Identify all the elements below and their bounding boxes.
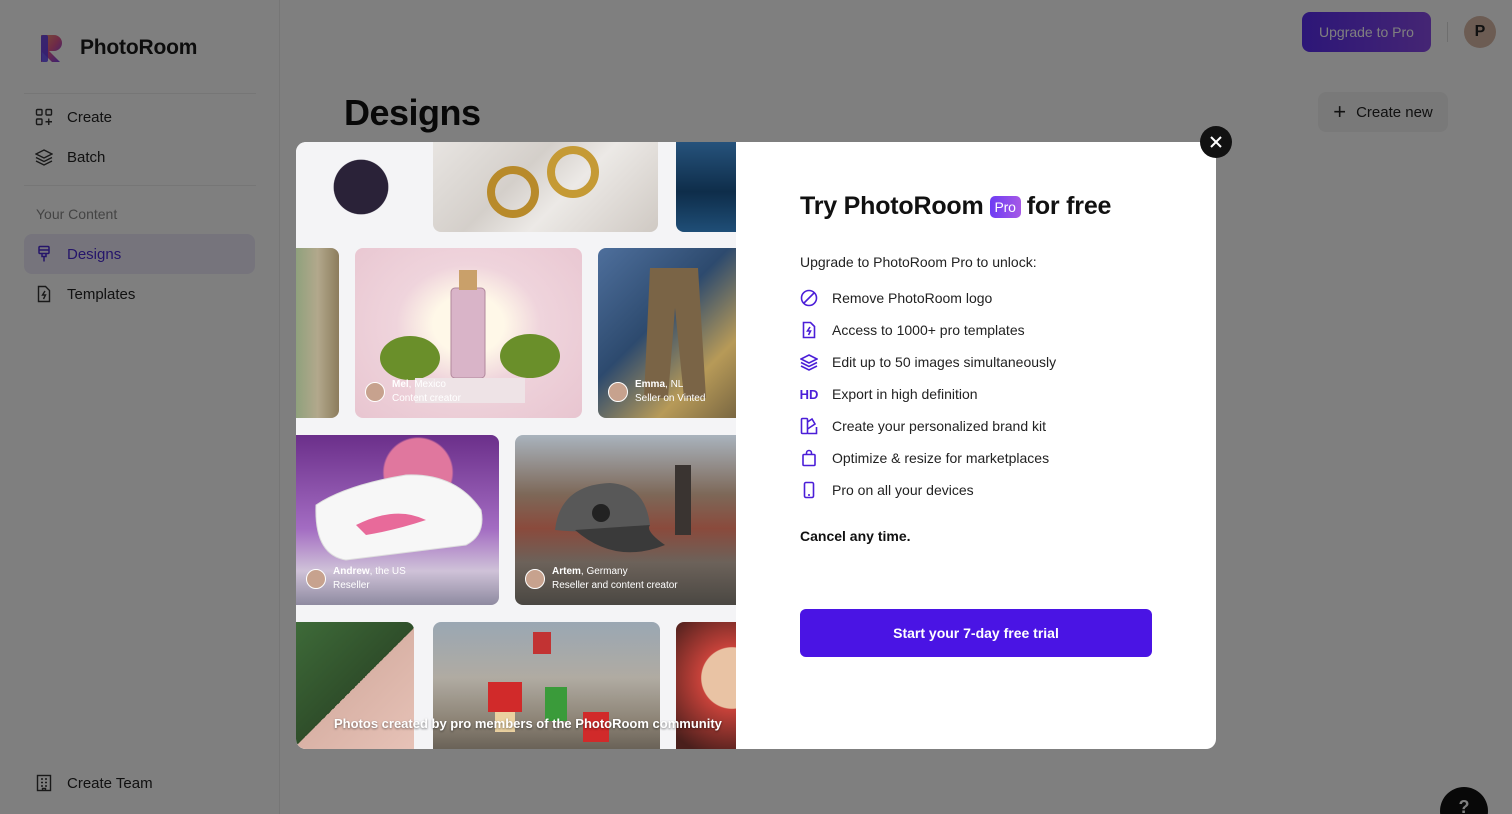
gallery-image-blurred — [296, 248, 339, 418]
creator-avatar — [365, 382, 385, 402]
template-icon — [800, 321, 818, 339]
gallery-image-cap: Artem, Germany Reseller and content creat… — [515, 435, 736, 605]
gallery-image-pants: Emma, NL Seller on Vinted — [598, 248, 736, 418]
feature-list: Remove PhotoRoom logo Access to 1000+ pr… — [800, 282, 1056, 506]
feature-text: Remove PhotoRoom logo — [832, 290, 993, 306]
feature-text: Pro on all your devices — [832, 482, 974, 498]
feature-text: Export in high definition — [832, 386, 978, 402]
unlock-label: Upgrade to PhotoRoom Pro to unlock: — [800, 254, 1037, 270]
gallery-image-jacket — [316, 142, 406, 232]
close-modal-button[interactable] — [1200, 126, 1232, 158]
creator-avatar — [525, 569, 545, 589]
brand-kit-icon — [800, 417, 818, 435]
gallery-image-sneaker: Andrew, the US Reseller — [296, 435, 499, 605]
feature-item: Access to 1000+ pro templates — [800, 314, 1056, 346]
layers-icon — [800, 353, 818, 371]
hd-icon: HD — [799, 386, 819, 402]
feature-item: HD Export in high definition — [800, 378, 1056, 410]
feature-item: Optimize & resize for marketplaces — [800, 442, 1056, 474]
phone-icon — [800, 481, 818, 499]
feature-text: Create your personalized brand kit — [832, 418, 1047, 434]
cancel-any-time-text: Cancel any time. — [800, 528, 911, 544]
no-logo-icon — [800, 289, 818, 307]
feature-text: Access to 1000+ pro templates — [832, 322, 1025, 338]
creator-credit: Emma, NL Seller on Vinted — [608, 378, 705, 406]
shopping-bag-icon — [800, 449, 818, 467]
modal-title-prefix: Try PhotoRoom — [800, 192, 984, 220]
start-free-trial-button[interactable]: Start your 7-day free trial — [800, 609, 1152, 657]
close-icon — [1210, 136, 1222, 148]
community-gallery: Mel, Mexico Content creator Emma, NL Selle… — [296, 142, 736, 749]
feature-item: Remove PhotoRoom logo — [800, 282, 1056, 314]
creator-avatar — [306, 569, 326, 589]
gallery-image-earrings — [433, 142, 658, 232]
creator-credit: Mel, Mexico Content creator — [365, 378, 461, 406]
feature-item: Edit up to 50 images simultaneously — [800, 346, 1056, 378]
modal-title: Try PhotoRoom Pro for free — [800, 192, 1111, 221]
gallery-caption: Photos created by pro members of the Pho… — [334, 716, 722, 731]
gallery-image-water — [676, 142, 736, 232]
creator-credit: Andrew, the US Reseller — [306, 565, 406, 593]
feature-item: Create your personalized brand kit — [800, 410, 1056, 442]
gallery-image-perfume: Mel, Mexico Content creator — [355, 248, 582, 418]
modal-title-suffix: for free — [1026, 192, 1112, 220]
upgrade-modal: Mel, Mexico Content creator Emma, NL Selle… — [296, 142, 1216, 749]
feature-text: Optimize & resize for marketplaces — [832, 450, 1050, 466]
feature-item: Pro on all your devices — [800, 474, 1056, 506]
pro-badge: Pro — [989, 195, 1021, 218]
feature-text: Edit up to 50 images simultaneously — [832, 354, 1057, 370]
creator-credit: Artem, Germany Reseller and content creat… — [525, 565, 678, 593]
modal-content: Try PhotoRoom Pro for free Upgrade to Ph… — [800, 142, 1180, 749]
creator-avatar — [608, 382, 628, 402]
